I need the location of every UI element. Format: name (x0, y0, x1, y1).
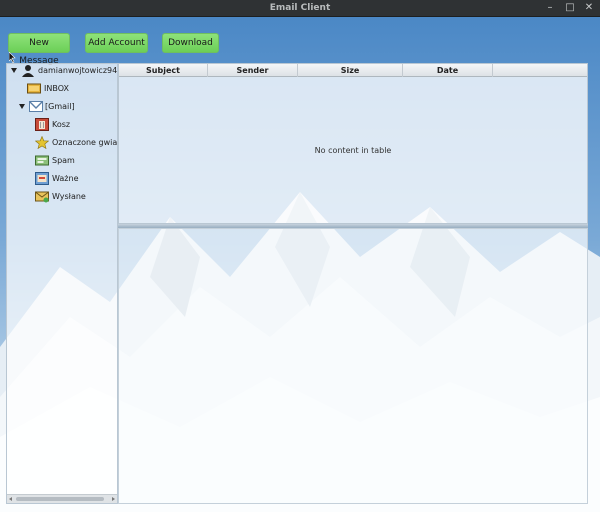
inbox-icon (27, 83, 41, 94)
expand-arrow-icon[interactable] (19, 104, 25, 109)
maximize-icon[interactable]: □ (563, 1, 577, 15)
tree-folder-important[interactable]: Ważne (35, 170, 117, 187)
minimize-icon[interactable]: – (543, 1, 557, 15)
main-window: New Message Add Account Download damianw… (0, 17, 600, 512)
column-header-date[interactable]: Date (403, 64, 493, 77)
tree-folder-sent[interactable]: Wysłane (35, 188, 117, 205)
folder-label: Wysłane (52, 192, 86, 201)
scrollbar-thumb[interactable] (16, 497, 104, 501)
folder-label: Spam (52, 156, 75, 165)
user-icon (22, 65, 34, 77)
sent-icon (35, 191, 49, 203)
scroll-left-icon[interactable] (9, 497, 12, 501)
star-icon (35, 136, 49, 149)
column-header-subject[interactable]: Subject (119, 64, 208, 77)
gmail-icon (29, 101, 43, 112)
table-header: Subject Sender Size Date (119, 64, 587, 77)
tree-account-label: damianwojtowicz94@ (38, 66, 118, 75)
title-bar: Email Client – □ ✕ (0, 0, 600, 17)
close-icon[interactable]: ✕ (582, 1, 596, 15)
horizontal-scrollbar[interactable] (7, 494, 117, 503)
tree-inbox-label: INBOX (44, 84, 69, 93)
mouse-cursor-icon (9, 52, 16, 63)
folder-label: Oznaczone gwiazd (52, 138, 118, 147)
scroll-right-icon[interactable] (112, 497, 115, 501)
tree-folder-starred[interactable]: Oznaczone gwiazd (35, 134, 117, 151)
tree-gmail-label: [Gmail] (45, 102, 75, 111)
folder-label: Kosz (52, 120, 71, 129)
add-account-button[interactable]: Add Account (85, 33, 148, 53)
tree-gmail[interactable]: [Gmail] (17, 98, 117, 115)
folder-label: Ważne (52, 174, 79, 183)
tree-inbox[interactable]: INBOX (27, 80, 117, 97)
trash-icon (35, 118, 49, 131)
column-header-size[interactable]: Size (298, 64, 403, 77)
expand-arrow-icon[interactable] (11, 68, 17, 73)
folder-tree: damianwojtowicz94@ INBOX [Gmail] Kosz Oz… (6, 63, 118, 504)
download-button[interactable]: Download (162, 33, 219, 53)
window-title: Email Client (269, 3, 331, 13)
message-table: Subject Sender Size Date No content in t… (118, 63, 588, 224)
spam-icon (35, 155, 49, 166)
new-message-button[interactable]: New Message (8, 33, 70, 66)
tree-folder-spam[interactable]: Spam (35, 152, 117, 169)
tree-folder-kosz[interactable]: Kosz (35, 116, 117, 133)
message-viewer (118, 228, 588, 504)
tree-account[interactable]: damianwojtowicz94@ (9, 64, 118, 79)
table-placeholder: No content in table (314, 146, 392, 155)
column-header-sender[interactable]: Sender (208, 64, 298, 77)
important-icon (35, 172, 49, 185)
